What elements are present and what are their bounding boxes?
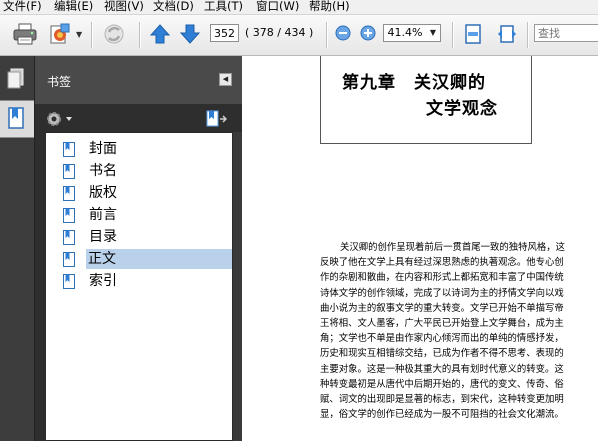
menu-bar: 文件(F) 编辑(E) 视图(V) 文档(D) 工具(T) 窗口(W) 帮助(H…: [0, 0, 598, 15]
document-text-line: 显，俗文学的创作已经成为一股不可阻挡的社会文化潮流。: [320, 409, 564, 421]
navigation-pane-strip: [0, 56, 35, 441]
bookmark-icon: [63, 186, 75, 201]
search-input[interactable]: [534, 24, 598, 42]
menu-window[interactable]: 窗口(W): [256, 0, 299, 14]
menu-edit[interactable]: 编辑(E): [54, 0, 93, 14]
collapse-panel-button[interactable]: ◀: [219, 73, 232, 86]
expand-bookmark-button[interactable]: [205, 109, 228, 129]
toolbar: ▼ ( 378 / 434 ): [0, 15, 598, 56]
page-number-input[interactable]: [210, 24, 239, 42]
menu-tools[interactable]: 工具(T): [204, 0, 243, 14]
document-body-text: 关汉卿的创作呈现着前后一贯首尾一致的独特风格，这反映了他在文学上具有经过深思熟虑…: [320, 240, 592, 422]
fit-page-icon[interactable]: [462, 23, 484, 45]
menu-help[interactable]: 帮助(H): [309, 0, 350, 14]
bookmarks-panel-title: 书签: [47, 75, 72, 89]
bookmarks-tab[interactable]: [0, 100, 34, 138]
chevron-down-icon[interactable]: ▼: [76, 30, 82, 39]
document-text-line: 主要对象。这是一种极其重大的具有划时代意义的转变。这: [320, 363, 564, 375]
menu-document[interactable]: 文档(D): [153, 0, 194, 14]
document-text-line: 关汉卿的创作呈现着前后一贯首尾一致的独特风格，这: [340, 242, 566, 253]
menu-view[interactable]: 视图(V): [104, 0, 144, 14]
attach-icon[interactable]: [48, 22, 72, 46]
printer-icon[interactable]: [12, 22, 38, 46]
bookmark-label: 正文: [86, 250, 118, 268]
bookmark-icon: [8, 107, 24, 129]
bookmark-label: 索引: [89, 273, 117, 289]
document-view[interactable]: 第九章 关汉卿的 文学观念 关汉卿的创作呈现着前后一贯首尾一致的独特风格，这反映…: [256, 56, 598, 441]
down-arrow-icon[interactable]: [179, 23, 201, 45]
panel-splitter[interactable]: [242, 56, 256, 441]
bookmark-label: 目录: [89, 229, 117, 245]
pages-tab[interactable]: [0, 62, 34, 98]
gear-icon: [47, 112, 72, 126]
bookmark-item[interactable]: 前言: [63, 205, 223, 225]
document-text-line: 角；文学也不单是由作家内心倾泻而出的单纯的情感抒发，: [320, 333, 564, 345]
minus-icon[interactable]: [335, 25, 351, 41]
bookmark-item[interactable]: 正文: [63, 249, 232, 269]
document-text-line: 反映了他在文学上具有经过深思熟虑的执著观念。他专心创: [320, 257, 564, 269]
bookmarks-panel-header: 书签 ◀: [35, 56, 242, 104]
chapter-title-line-1: 第九章 关汉卿的: [342, 73, 486, 93]
document-text-line: 作的杂剧和散曲，在内容和形式上都拓宽和丰富了中国传统: [320, 272, 564, 284]
chevron-down-icon[interactable]: ▼: [426, 25, 440, 41]
page-count: ( 378 / 434 ): [245, 26, 314, 39]
document-text-line: 历史和现实互相错综交结，已成为作者不得不思考、表现的: [320, 348, 564, 360]
sync-icon[interactable]: [101, 22, 127, 46]
bookmark-expand-icon: [206, 110, 228, 127]
bookmark-item[interactable]: 封面: [63, 139, 223, 159]
bookmark-panel-scrollbar[interactable]: [233, 132, 242, 441]
bookmark-icon: [63, 274, 75, 289]
pages-icon: [7, 68, 24, 89]
bookmark-label: 封面: [89, 141, 117, 157]
bookmark-label: 版权: [89, 185, 117, 201]
bookmark-icon: [63, 208, 75, 223]
document-text-line: 王将相、文人墨客，广大平民已开始登上文学舞台，成为主: [320, 318, 564, 330]
bookmark-item[interactable]: 索引: [63, 271, 223, 291]
zoom-value: 41.4%: [387, 26, 423, 39]
bookmark-item[interactable]: 目录: [63, 227, 223, 247]
bookmark-label: 书名: [89, 163, 117, 179]
options-menu-button[interactable]: [45, 110, 75, 128]
bookmark-item[interactable]: 书名: [63, 161, 223, 181]
bookmark-label: 前言: [89, 207, 117, 223]
bookmark-list: 封面书名版权前言目录正文索引: [45, 132, 233, 441]
chapter-title-line-2: 文学观念: [426, 99, 498, 119]
bookmark-icon: [63, 230, 75, 245]
bookmark-icon: [63, 164, 75, 179]
bookmark-icon: [63, 252, 75, 267]
bookmark-item[interactable]: 版权: [63, 183, 223, 203]
document-text-line: 曲小说为主的叙事文学的重大转变。文学已开始不单描写帝: [320, 302, 564, 314]
fit-width-icon[interactable]: [496, 23, 518, 45]
menu-file[interactable]: 文件(F): [3, 0, 42, 14]
zoom-select[interactable]: 41.4% ▼: [383, 24, 441, 42]
document-text-line: 种转变最初是从唐代中后期开始的，唐代的变文、传奇、俗: [320, 378, 564, 390]
up-arrow-icon[interactable]: [149, 23, 171, 45]
document-text-line: 诗体文学的创作领域，完成了以诗词为主的抒情文学向以戏: [320, 287, 564, 299]
plus-icon[interactable]: [360, 25, 376, 41]
document-text-line: 赋、词文的出现即是显著的标志，到宋代，这种转变更加明: [320, 394, 564, 406]
bookmarks-panel: 书签 ◀ 封面书名版权前言目录正文索引: [35, 56, 242, 441]
bookmark-icon: [63, 142, 75, 157]
